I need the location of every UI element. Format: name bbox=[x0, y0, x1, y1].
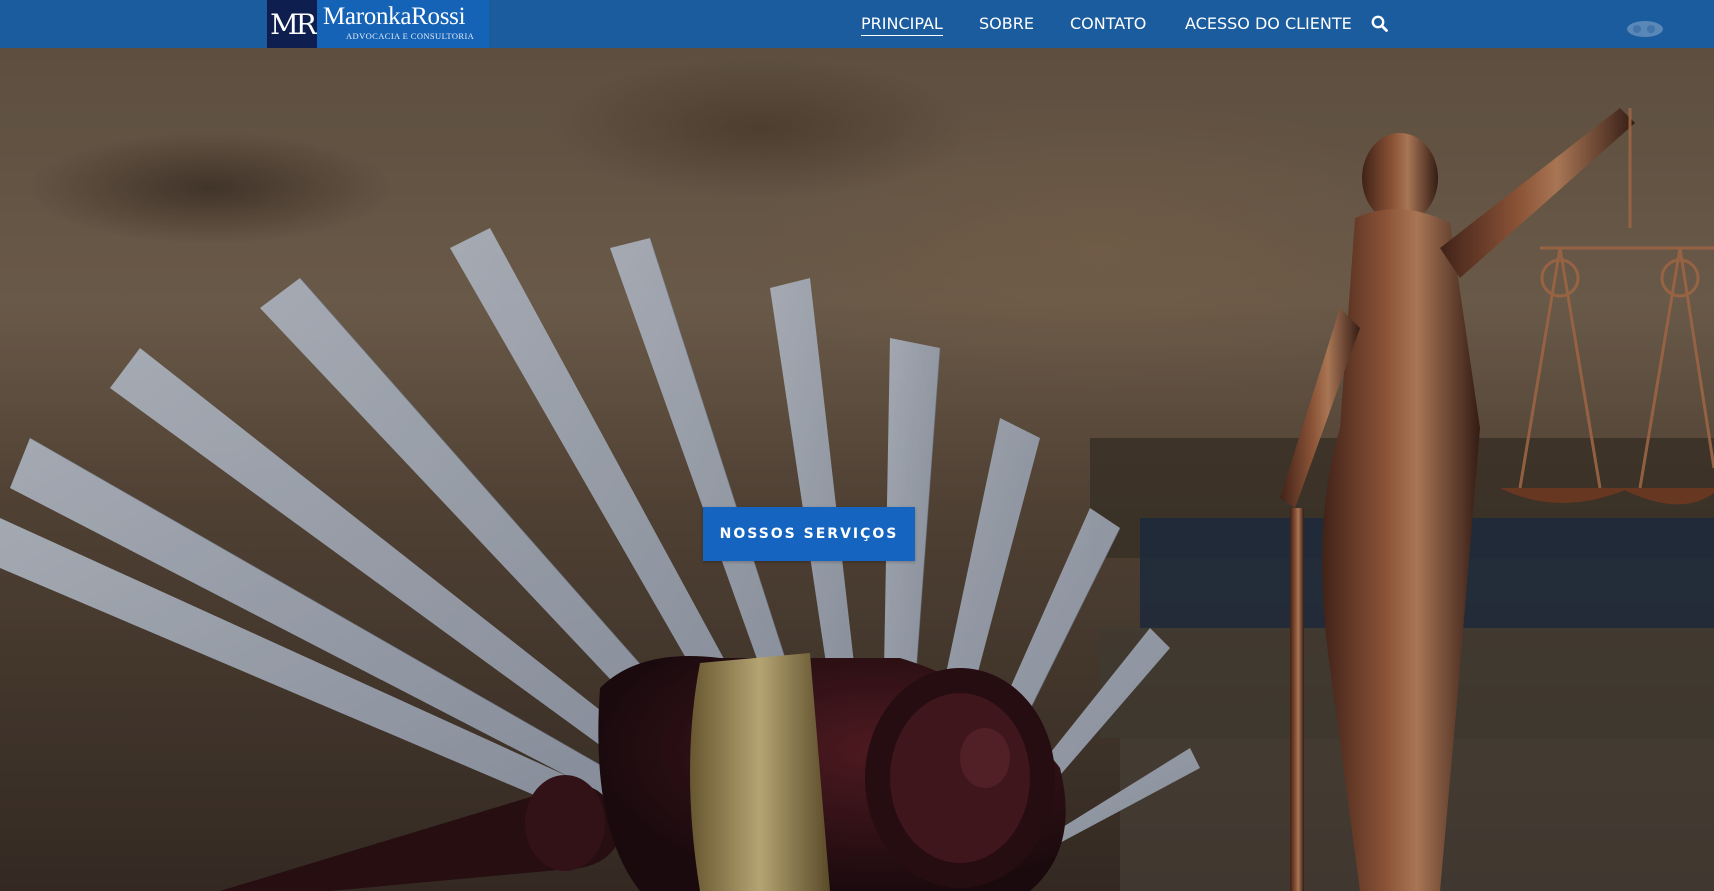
search-icon[interactable] bbox=[1370, 14, 1390, 34]
logo-text-block: MaronkaRossi ADVOCACIA E CONSULTORIA bbox=[317, 0, 489, 48]
logo-name: MaronkaRossi bbox=[323, 3, 466, 30]
logo-mark: MR bbox=[267, 0, 317, 48]
decorative-icon bbox=[1624, 18, 1666, 40]
site-header: MR MaronkaRossi ADVOCACIA E CONSULTORIA … bbox=[0, 0, 1714, 48]
nav-item-sobre[interactable]: SOBRE bbox=[979, 14, 1034, 36]
hero-overlay bbox=[0, 48, 1714, 891]
nav-item-principal[interactable]: PRINCIPAL bbox=[861, 14, 943, 36]
nav-item-contato[interactable]: CONTATO bbox=[1070, 14, 1146, 36]
nossos-servicos-button[interactable]: NOSSOS SERVIÇOS bbox=[703, 507, 915, 561]
page: MR MaronkaRossi ADVOCACIA E CONSULTORIA … bbox=[0, 0, 1714, 891]
nav-item-acesso-do-cliente[interactable]: ACESSO DO CLIENTE bbox=[1185, 14, 1352, 36]
logo-tagline: ADVOCACIA E CONSULTORIA bbox=[346, 31, 475, 41]
hero-section: NOSSOS SERVIÇOS bbox=[0, 48, 1714, 891]
site-logo[interactable]: MR MaronkaRossi ADVOCACIA E CONSULTORIA bbox=[267, 0, 489, 48]
